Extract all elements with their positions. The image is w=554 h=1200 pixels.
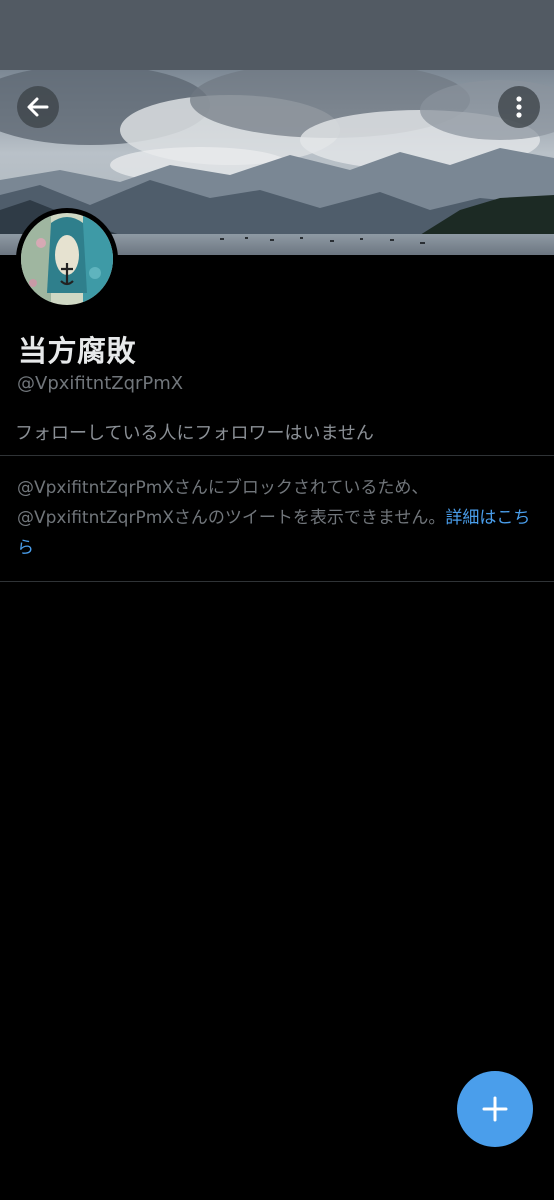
avatar-image bbox=[21, 213, 113, 305]
blocked-notice: @VpxifitntZqrPmXさんにブロックされているため、 @Vpxifit… bbox=[17, 473, 542, 563]
compose-tweet-button[interactable] bbox=[457, 1071, 533, 1147]
divider-top bbox=[0, 455, 554, 456]
back-button[interactable] bbox=[17, 86, 59, 128]
status-bar bbox=[0, 0, 554, 70]
display-name: 当方腐敗 bbox=[18, 334, 137, 368]
profile-handle: @VpxifitntZqrPmX bbox=[17, 373, 184, 394]
followers-you-know-note[interactable]: フォローしている人にフォロワーはいません bbox=[15, 419, 374, 445]
avatar[interactable] bbox=[16, 208, 118, 310]
blocked-notice-line2: @VpxifitntZqrPmXさんのツイートを表示できません。 bbox=[17, 508, 446, 528]
more-options-button[interactable] bbox=[498, 86, 540, 128]
more-vertical-icon bbox=[516, 96, 522, 118]
arrow-left-icon bbox=[27, 97, 49, 117]
divider-bottom bbox=[0, 581, 554, 582]
blocked-notice-line1: @VpxifitntZqrPmXさんにブロックされているため、 bbox=[17, 478, 429, 498]
plus-icon bbox=[482, 1096, 508, 1122]
profile-page: 当方腐敗 @VpxifitntZqrPmX フォローしている人にフォロワーはいま… bbox=[0, 0, 554, 1200]
